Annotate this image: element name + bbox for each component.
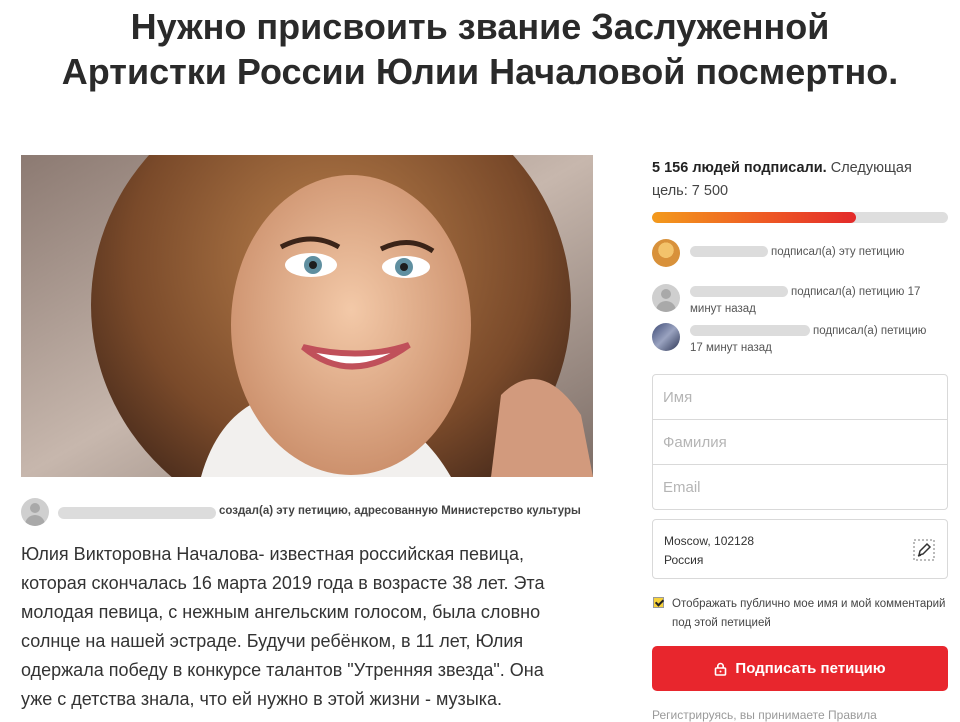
first-name-input[interactable] [663, 375, 933, 419]
description-line: молодая певица, с нежным ангельским голо… [21, 602, 541, 622]
location-field[interactable]: Moscow, 102128 Россия [652, 519, 948, 579]
petition-description: Юлия Викторовна Началова- известная росс… [21, 540, 601, 714]
terms-text: Регистрируясь, вы принимаете Правила [652, 708, 877, 722]
sign-petition-button[interactable]: Подписать петицию [652, 646, 948, 691]
signer-action: подписал(а) петицию [813, 325, 927, 337]
signer-time: 17 минут назад [690, 342, 772, 354]
signer-avatar [652, 239, 680, 267]
public-consent-label: Отображать публично мое имя и мой коммен… [672, 598, 946, 629]
last-name-input[interactable] [663, 420, 933, 464]
signer-time: минут назад [690, 303, 756, 315]
signed-count-text: 5 156 людей подписали. [652, 160, 827, 176]
location-city: Moscow, 102128 [664, 534, 755, 548]
lock-icon [715, 662, 727, 676]
signer-name-redacted [690, 286, 788, 298]
signer-name-redacted [690, 325, 810, 337]
pencil-icon[interactable] [913, 539, 935, 561]
signer-name-redacted [690, 246, 768, 258]
signer-action: подписал(а) петицию 17 [791, 286, 921, 298]
description-line: одержала победу в конкурсе талантов "Утр… [21, 660, 544, 680]
description-line: которая скончалась 16 марта 2019 года в … [21, 573, 545, 593]
signature-progress-fill [652, 212, 856, 223]
creator-name-redacted [58, 507, 216, 519]
signer-avatar-icon [652, 284, 680, 312]
email-input[interactable] [663, 465, 933, 510]
petition-creator: создал(а) эту петицию, адресованную Мини… [21, 497, 621, 527]
petition-photo-image [21, 155, 593, 477]
location-country: Россия [664, 553, 704, 567]
sign-sidebar: 5 156 людей подписали. Следующая цель: 7… [652, 0, 948, 722]
signature-progress-bar [652, 212, 948, 223]
signer-action: подписал(а) эту петицию [771, 246, 905, 258]
creator-avatar-icon [21, 498, 49, 526]
signer-details-form [652, 374, 948, 510]
description-line: солнце на нашей эстраде. Будучи ребёнком… [21, 631, 524, 651]
signer-avatar [652, 323, 680, 351]
description-line: уже с детства знала, что ей нужно в этой… [21, 689, 503, 709]
creator-action-text: создал(а) эту петицию, адресованную Мини… [219, 505, 581, 517]
petition-photo [21, 155, 593, 477]
sign-petition-label: Подписать петицию [735, 660, 886, 677]
signature-count: 5 156 людей подписали. Следующая цель: 7… [652, 157, 948, 203]
public-consent-checkbox[interactable] [653, 597, 664, 608]
description-line: Юлия Викторовна Началова- известная росс… [21, 544, 524, 564]
